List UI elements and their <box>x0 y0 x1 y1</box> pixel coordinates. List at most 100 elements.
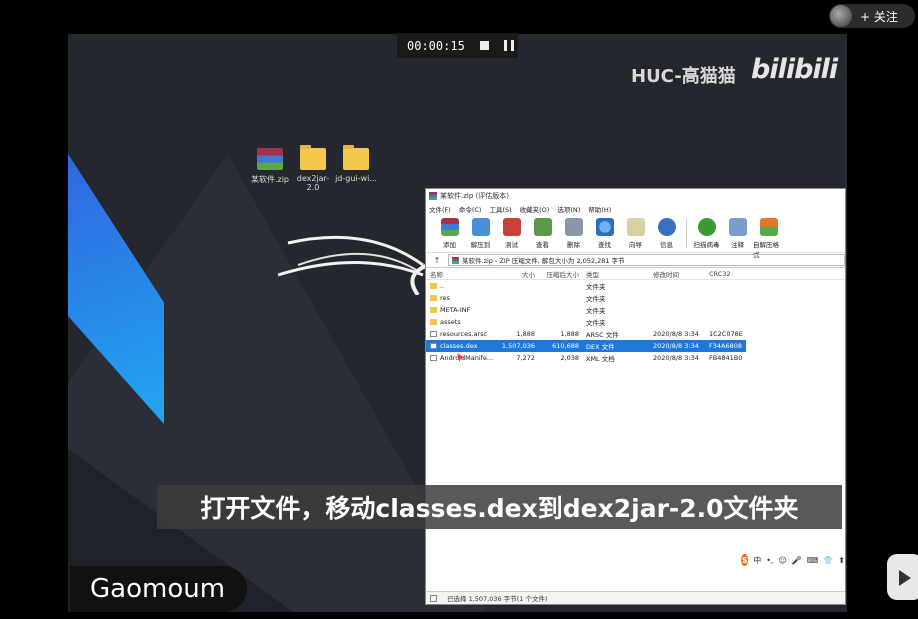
cell-text: .. <box>440 282 445 290</box>
file-name-cell: .. <box>426 282 494 290</box>
column-header-type[interactable]: 类型 <box>582 269 649 279</box>
file-name-cell: classes.dex <box>426 342 494 350</box>
file-type-cell: DEX 文件 <box>582 341 649 351</box>
path-field[interactable]: 某软件.zip - ZIP 压缩文件, 解包大小为 2,052,281 字节 <box>448 254 845 266</box>
ime-skin-icon[interactable]: 👕 <box>823 556 833 565</box>
cell-text: 610,688 <box>552 342 579 350</box>
virus-scan-button[interactable]: 扫描病毒 <box>691 218 722 249</box>
file-packed-cell: 2,038 <box>538 354 582 362</box>
file-list-header: 名称 大小 压缩后大小 类型 修改时间 CRC32 <box>426 268 845 280</box>
up-arrow-icon[interactable]: ↑ <box>426 256 448 265</box>
folder-icon <box>430 307 437 313</box>
folder-icon <box>300 145 326 170</box>
file-packed-cell: 1,888 <box>538 330 582 338</box>
menu-item-favorites[interactable]: 收藏夹(O) <box>520 204 550 214</box>
folder-icon <box>343 145 369 170</box>
column-header-crc[interactable]: CRC32 <box>705 270 745 278</box>
sogou-ime-icon[interactable]: S <box>741 554 749 566</box>
ime-toolbox-icon[interactable]: ⬆ <box>838 556 845 565</box>
ime-punctuation-icon[interactable]: •, <box>766 556 773 565</box>
stop-icon[interactable] <box>479 41 489 50</box>
cell-text: 文件夹 <box>586 283 606 291</box>
file-modified-cell: 2020/8/8 3:34 <box>649 354 705 362</box>
menu-item-options[interactable]: 选项(N) <box>557 204 580 214</box>
uploader-avatar[interactable] <box>830 5 852 27</box>
cell-text: 1,888 <box>560 330 579 338</box>
cell-text: ARSC 文件 <box>586 331 619 339</box>
find-button[interactable]: 查找 <box>589 218 620 249</box>
desktop-icon-jdgui[interactable]: jd-gui-wi... <box>334 145 378 183</box>
floating-player-icon[interactable] <box>887 554 918 600</box>
file-modified-cell: 2020/8/8 3:34 <box>649 342 705 350</box>
cell-text: 文件夹 <box>586 295 606 303</box>
file-packed-cell: 610,688 <box>538 342 582 350</box>
winrar-archive-icon <box>257 148 283 170</box>
cell-text: 7,272 <box>516 354 535 362</box>
ime-voice-icon[interactable]: 🎤 <box>792 556 802 565</box>
cell-text: classes.dex <box>440 342 478 350</box>
menu-item-commands[interactable]: 命令(C) <box>459 204 482 214</box>
path-bar: ↑ 某软件.zip - ZIP 压缩文件, 解包大小为 2,052,281 字节 <box>426 253 845 268</box>
ime-chinese-mode[interactable]: 中 <box>753 555 761 566</box>
follow-button[interactable]: + 关注 <box>829 4 915 28</box>
ime-emoji-icon[interactable]: ☺ <box>778 556 786 565</box>
toolbar-label: 扫描病毒 <box>693 241 720 249</box>
add-button[interactable]: 添加 <box>434 218 465 249</box>
menu-item-file[interactable]: 文件(F) <box>429 204 451 214</box>
file-row[interactable]: resources.arsc 1,888 1,888 ARSC 文件 2020/8/8 … <box>426 328 845 340</box>
file-type-cell: 文件夹 <box>582 293 649 303</box>
file-list: .. 文件夹 res 文件夹 META-INF 文件夹 assets 文件夹 resources… <box>426 280 845 364</box>
file-type-cell: 文件夹 <box>582 281 649 291</box>
add-archive-icon <box>440 218 459 236</box>
window-titlebar[interactable]: 某软件.zip (评估版本) <box>426 189 845 203</box>
cell-text: 1,507,036 <box>501 342 535 350</box>
comment-button[interactable]: 注释 <box>722 218 753 249</box>
column-header-size[interactable]: 大小 <box>494 269 538 279</box>
cell-text: 2,038 <box>560 354 579 362</box>
view-button[interactable]: 查看 <box>527 218 558 249</box>
pause-icon[interactable] <box>503 40 514 51</box>
file-size-cell: 1,507,036 <box>494 342 538 350</box>
desktop-icon-label: jd-gui-wi... <box>335 174 377 183</box>
status-bar: 已选择 1,507,036 字节(1 个文件) <box>426 591 845 604</box>
sfx-button[interactable]: 自解压格式 <box>753 218 784 259</box>
cell-text: META-INF <box>440 306 471 314</box>
file-name-cell: META-INF <box>426 306 494 314</box>
recording-bar: 00:00:15 <box>397 33 518 58</box>
menu-item-help[interactable]: 帮助(H) <box>588 204 611 214</box>
file-row[interactable]: res 文件夹 <box>426 292 845 304</box>
toolbar: 添加 解压到 测试 查看 删除 查找 向导 信息 扫描病毒 注释 自解压格式 <box>426 215 845 259</box>
toolbar-label: 添加 <box>443 241 456 249</box>
test-button[interactable]: 测试 <box>496 218 527 249</box>
cell-text: 2020/8/8 3:34 <box>653 354 699 362</box>
column-header-modified[interactable]: 修改时间 <box>649 269 705 279</box>
file-crc-cell: 1C2C078E <box>705 330 745 338</box>
file-row[interactable]: META-INF 文件夹 <box>426 304 845 316</box>
desktop-icon-dex2jar[interactable]: dex2jar-2.0 <box>291 145 335 192</box>
file-row[interactable]: AndroidManife... 7,272 2,038 XML 文档 2020/8/8… <box>426 352 845 364</box>
extract-to-button[interactable]: 解压到 <box>465 218 496 249</box>
bilibili-logo: bilibili <box>751 54 838 85</box>
info-button[interactable]: 信息 <box>651 218 682 249</box>
magnifier-icon <box>595 218 614 236</box>
wizard-button[interactable]: 向导 <box>620 218 651 249</box>
column-header-packed[interactable]: 压缩后大小 <box>538 269 582 279</box>
file-row[interactable]: classes.dex 1,507,036 610,688 DEX 文件 2020/8/… <box>426 340 746 352</box>
menu-bar: 文件(F) 命令(C) 工具(S) 收藏夹(O) 选项(N) 帮助(H) <box>426 203 845 215</box>
desktop-icon-label: dex2jar-2.0 <box>296 174 330 192</box>
comment-icon <box>728 218 747 236</box>
ime-keyboard-icon[interactable]: ⌨ <box>807 556 819 565</box>
file-row[interactable]: .. 文件夹 <box>426 280 845 292</box>
menu-item-tools[interactable]: 工具(S) <box>489 204 511 214</box>
info-icon <box>657 218 676 236</box>
file-row[interactable]: assets 文件夹 <box>426 316 845 328</box>
status-icon <box>430 594 437 602</box>
trash-icon <box>564 218 583 236</box>
cell-text: 文件夹 <box>586 307 606 315</box>
toolbar-label: 解压到 <box>470 241 491 249</box>
file-name-cell: resources.arsc <box>426 330 494 338</box>
delete-button[interactable]: 删除 <box>558 218 589 249</box>
desktop-icon-zip[interactable]: 某软件.zip <box>248 148 292 185</box>
column-header-name[interactable]: 名称 <box>426 269 494 279</box>
file-name-cell: assets <box>426 318 494 326</box>
